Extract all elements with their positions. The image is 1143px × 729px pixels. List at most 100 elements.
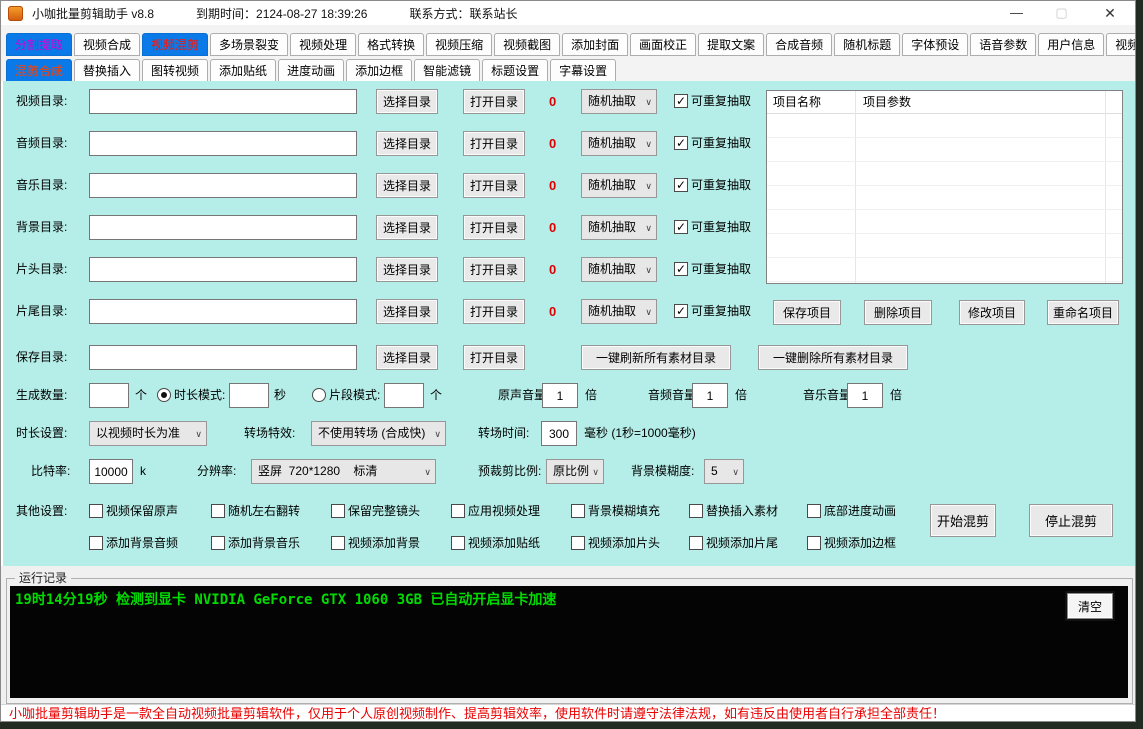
cb-keep-full-shot[interactable] <box>331 504 345 518</box>
intro-dir-open-button[interactable]: 打开目录 <box>463 257 525 282</box>
cb-bottom-progress-animation[interactable] <box>807 504 821 518</box>
gen-count-input[interactable] <box>89 383 129 408</box>
tab-image-to-video[interactable]: 图转视频 <box>142 59 208 82</box>
background-dir-open-button[interactable]: 打开目录 <box>463 215 525 240</box>
transition-time-input[interactable] <box>541 421 577 446</box>
transition-select[interactable]: 不使用转场 (合成快)∨ <box>311 421 446 446</box>
start-mix-button[interactable]: 开始混剪 <box>930 504 996 537</box>
outro-dir-select-button[interactable]: 选择目录 <box>376 299 438 324</box>
tab-add-sticker[interactable]: 添加贴纸 <box>210 59 276 82</box>
maximize-button[interactable]: ▢ <box>1039 1 1084 25</box>
video-dir-repeat-checkbox[interactable]: ✓ <box>674 94 688 108</box>
cb-background-blur-fill[interactable] <box>571 504 585 518</box>
tab-user-info[interactable]: 用户信息 <box>1038 33 1104 56</box>
audio-dir-input[interactable] <box>89 131 357 156</box>
save-project-button[interactable]: 保存项目 <box>773 300 841 325</box>
intro-dir-select-button[interactable]: 选择目录 <box>376 257 438 282</box>
rename-project-button[interactable]: 重命名项目 <box>1047 300 1119 325</box>
audio-dir-open-button[interactable]: 打开目录 <box>463 131 525 156</box>
tab-random-title[interactable]: 随机标题 <box>834 33 900 56</box>
cb-keep-original-audio[interactable] <box>89 504 103 518</box>
tab-synthesize-audio[interactable]: 合成音频 <box>766 33 832 56</box>
tab-progress-animation[interactable]: 进度动画 <box>278 59 344 82</box>
audio-dir-repeat-checkbox[interactable]: ✓ <box>674 136 688 150</box>
delete-all-dirs-button[interactable]: 一键删除所有素材目录 <box>758 345 908 370</box>
cb-random-flip[interactable] <box>211 504 225 518</box>
music-dir-open-button[interactable]: 打开目录 <box>463 173 525 198</box>
cb-video-add-border[interactable] <box>807 536 821 550</box>
save-dir-open-button[interactable]: 打开目录 <box>463 345 525 370</box>
duration-input[interactable] <box>229 383 269 408</box>
music-volume-input[interactable] <box>847 383 883 408</box>
intro-dir-input[interactable] <box>89 257 357 282</box>
cb-replace-insert-material[interactable] <box>689 504 703 518</box>
tab-replace-insert[interactable]: 替换插入 <box>74 59 140 82</box>
tab-video-tutorial[interactable]: 视频教程 <box>1106 33 1136 56</box>
cb-add-background-music[interactable] <box>211 536 225 550</box>
tab-multi-scene-split[interactable]: 多场景裂变 <box>210 33 288 56</box>
log-console[interactable]: 19时14分19秒 检测到显卡 NVIDIA GeForce GTX 1060 … <box>10 586 1128 698</box>
video-dir-select-button[interactable]: 选择目录 <box>376 89 438 114</box>
cb-video-add-sticker[interactable] <box>451 536 465 550</box>
duration-settings-select[interactable]: 以视频时长为准∨ <box>89 421 207 446</box>
intro-dir-mode-select[interactable]: 随机抽取∨ <box>581 257 657 282</box>
tab-format-convert[interactable]: 格式转换 <box>358 33 424 56</box>
outro-dir-repeat-checkbox[interactable]: ✓ <box>674 304 688 318</box>
tab-video-compress[interactable]: 视频压缩 <box>426 33 492 56</box>
orig-volume-input[interactable] <box>542 383 578 408</box>
outro-dir-open-button[interactable]: 打开目录 <box>463 299 525 324</box>
tab-title-settings[interactable]: 标题设置 <box>482 59 548 82</box>
music-dir-input[interactable] <box>89 173 357 198</box>
resolution-select[interactable]: 竖屏 720*1280 标清∨ <box>251 459 436 484</box>
minimize-button[interactable]: — <box>994 1 1039 25</box>
outro-dir-input[interactable] <box>89 299 357 324</box>
refresh-all-dirs-button[interactable]: 一键刷新所有素材目录 <box>581 345 731 370</box>
tab-subtitle-settings[interactable]: 字幕设置 <box>550 59 616 82</box>
background-dir-repeat-checkbox[interactable]: ✓ <box>674 220 688 234</box>
segment-input[interactable] <box>384 383 424 408</box>
save-dir-input[interactable] <box>89 345 357 370</box>
project-table[interactable]: 项目名称 项目参数 <box>766 90 1123 284</box>
tab-video-mix[interactable]: 视频混剪 <box>142 33 208 56</box>
cb-apply-video-process[interactable] <box>451 504 465 518</box>
clear-log-button[interactable]: 清空 <box>1067 593 1113 619</box>
audio-dir-select-button[interactable]: 选择目录 <box>376 131 438 156</box>
music-dir-select-button[interactable]: 选择目录 <box>376 173 438 198</box>
duration-mode-radio[interactable] <box>157 388 171 402</box>
music-dir-mode-select[interactable]: 随机抽取∨ <box>581 173 657 198</box>
background-dir-select-button[interactable]: 选择目录 <box>376 215 438 240</box>
tab-mix-compose[interactable]: 混剪合成 <box>6 59 72 82</box>
crop-ratio-select[interactable]: 原比例∨ <box>546 459 604 484</box>
tab-frame-correction[interactable]: 画面校正 <box>630 33 696 56</box>
save-dir-select-button[interactable]: 选择目录 <box>376 345 438 370</box>
outro-dir-mode-select[interactable]: 随机抽取∨ <box>581 299 657 324</box>
cb-video-add-background[interactable] <box>331 536 345 550</box>
background-dir-input[interactable] <box>89 215 357 240</box>
bitrate-input[interactable] <box>89 459 133 484</box>
close-button[interactable]: ✕ <box>1086 1 1134 25</box>
modify-project-button[interactable]: 修改项目 <box>959 300 1025 325</box>
intro-dir-repeat-checkbox[interactable]: ✓ <box>674 262 688 276</box>
stop-mix-button[interactable]: 停止混剪 <box>1029 504 1113 537</box>
audio-volume-input[interactable] <box>692 383 728 408</box>
tab-add-cover[interactable]: 添加封面 <box>562 33 628 56</box>
cb-add-background-audio[interactable] <box>89 536 103 550</box>
tab-split-extract[interactable]: 分割提取 <box>6 33 72 56</box>
music-dir-repeat-checkbox[interactable]: ✓ <box>674 178 688 192</box>
tab-add-border[interactable]: 添加边框 <box>346 59 412 82</box>
segment-mode-radio[interactable] <box>312 388 326 402</box>
tab-video-process[interactable]: 视频处理 <box>290 33 356 56</box>
tab-extract-script[interactable]: 提取文案 <box>698 33 764 56</box>
tab-video-screenshot[interactable]: 视频截图 <box>494 33 560 56</box>
delete-project-button[interactable]: 删除项目 <box>864 300 932 325</box>
video-dir-input[interactable] <box>89 89 357 114</box>
cb-video-add-outro[interactable] <box>689 536 703 550</box>
cb-video-add-intro[interactable] <box>571 536 585 550</box>
video-dir-mode-select[interactable]: 随机抽取∨ <box>581 89 657 114</box>
blur-level-select[interactable]: 5∨ <box>704 459 744 484</box>
background-dir-mode-select[interactable]: 随机抽取∨ <box>581 215 657 240</box>
tab-voice-params[interactable]: 语音参数 <box>970 33 1036 56</box>
tab-smart-filter[interactable]: 智能滤镜 <box>414 59 480 82</box>
tab-font-preset[interactable]: 字体预设 <box>902 33 968 56</box>
tab-video-merge[interactable]: 视频合成 <box>74 33 140 56</box>
